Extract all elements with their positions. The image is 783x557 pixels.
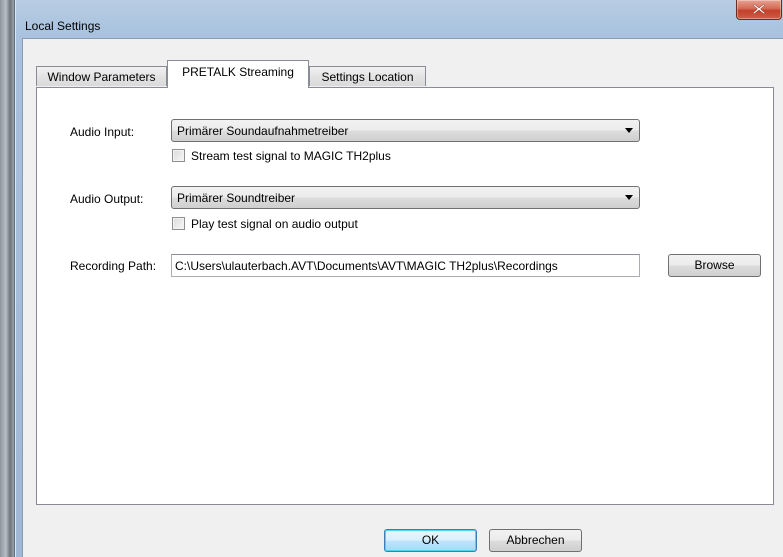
- tab-pretalk-streaming[interactable]: PRETALK Streaming: [167, 60, 309, 88]
- tab-settings-location[interactable]: Settings Location: [309, 66, 426, 86]
- audio-input-select[interactable]: Primärer Soundaufnahmetreiber: [171, 119, 640, 142]
- browse-button[interactable]: Browse: [668, 254, 761, 277]
- chevron-down-icon: [625, 195, 633, 200]
- audio-output-value: Primärer Soundtreiber: [177, 191, 296, 205]
- chevron-down-icon: [625, 128, 633, 133]
- dialog-client-area: Window Parameters PRETALK Streaming Sett…: [22, 38, 783, 557]
- audio-input-label: Audio Input:: [70, 125, 135, 139]
- play-test-signal-checkbox[interactable]: [172, 217, 185, 230]
- recording-path-value: C:\Users\ulauterbach.AVT\Documents\AVT\M…: [175, 259, 558, 273]
- window-title: Local Settings: [25, 19, 101, 33]
- stream-test-signal-label[interactable]: Stream test signal to MAGIC TH2plus: [191, 149, 391, 163]
- local-settings-window: Local Settings Window Parameters PRETALK…: [14, 0, 783, 557]
- tab-window-parameters[interactable]: Window Parameters: [36, 66, 167, 86]
- ok-button[interactable]: OK: [384, 529, 477, 552]
- audio-output-select[interactable]: Primärer Soundtreiber: [171, 186, 640, 209]
- recording-path-input[interactable]: C:\Users\ulauterbach.AVT\Documents\AVT\M…: [171, 254, 640, 277]
- cancel-button[interactable]: Abbrechen: [489, 529, 582, 552]
- close-button[interactable]: [736, 0, 782, 20]
- audio-output-label: Audio Output:: [70, 192, 144, 206]
- title-bar[interactable]: Local Settings: [15, 0, 783, 38]
- audio-input-value: Primärer Soundaufnahmetreiber: [177, 124, 349, 138]
- tab-panel-pretalk-streaming: Audio Input: Primärer Soundaufnahmetreib…: [36, 87, 774, 505]
- close-icon: [753, 4, 765, 14]
- stream-test-signal-checkbox[interactable]: [172, 149, 185, 162]
- recording-path-label: Recording Path:: [70, 259, 157, 273]
- play-test-signal-label[interactable]: Play test signal on audio output: [191, 217, 358, 231]
